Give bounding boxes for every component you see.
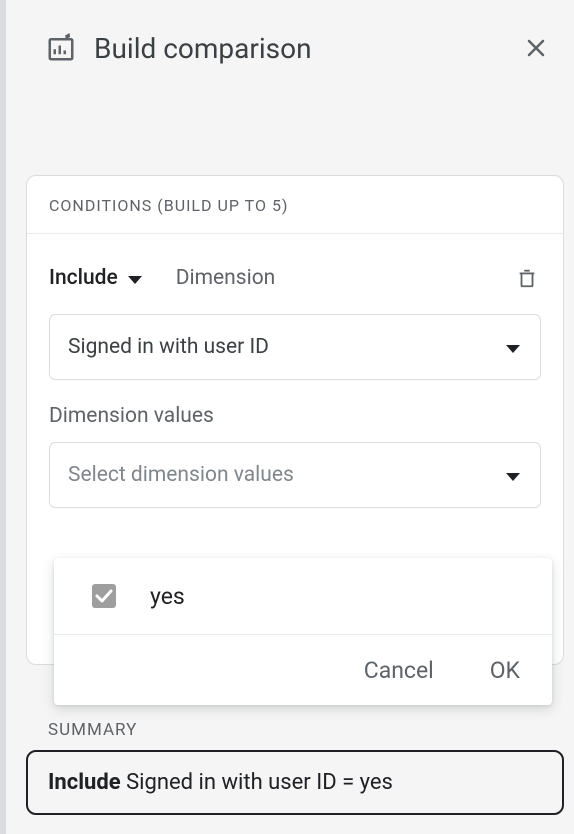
side-panel: Build comparison CONDITIONS (BUILD UP TO… (0, 0, 574, 834)
dimension-select-value: Signed in with user ID (68, 335, 506, 359)
ok-button[interactable]: OK (482, 653, 528, 688)
cancel-button[interactable]: Cancel (356, 653, 442, 688)
conditions-heading: CONDITIONS (BUILD UP TO 5) (27, 176, 563, 234)
delete-condition-button[interactable] (513, 264, 541, 292)
check-icon (95, 588, 113, 604)
trash-icon (516, 266, 538, 290)
include-dropdown[interactable]: Include (49, 266, 142, 290)
dimension-values-select[interactable]: Select dimension values (49, 442, 541, 508)
summary-chip[interactable]: Include Signed in with user ID = yes (26, 750, 564, 815)
include-label: Include (49, 266, 118, 290)
caret-down-icon (506, 463, 520, 487)
dimension-label: Dimension (176, 266, 513, 290)
chart-edit-icon (46, 33, 76, 63)
dropdown-actions: Cancel OK (54, 635, 552, 705)
summary-heading: SUMMARY (48, 720, 137, 740)
dimension-values-placeholder: Select dimension values (68, 463, 506, 487)
panel-title: Build comparison (94, 32, 520, 65)
caret-down-icon (506, 335, 520, 359)
panel-header: Build comparison (6, 0, 574, 80)
option-checkbox[interactable] (92, 584, 116, 608)
summary-include: Include (48, 770, 121, 795)
dropdown-option[interactable]: yes (54, 558, 552, 635)
close-button[interactable] (520, 32, 552, 64)
dimension-select[interactable]: Signed in with user ID (49, 314, 541, 380)
close-icon (524, 36, 548, 60)
option-label: yes (150, 583, 185, 610)
caret-down-icon (128, 266, 142, 290)
condition-row: Include Dimension (27, 234, 563, 292)
summary-text: Signed in with user ID = yes (121, 770, 393, 795)
dimension-values-label: Dimension values (49, 404, 541, 428)
values-dropdown-popover: yes Cancel OK (54, 558, 552, 705)
